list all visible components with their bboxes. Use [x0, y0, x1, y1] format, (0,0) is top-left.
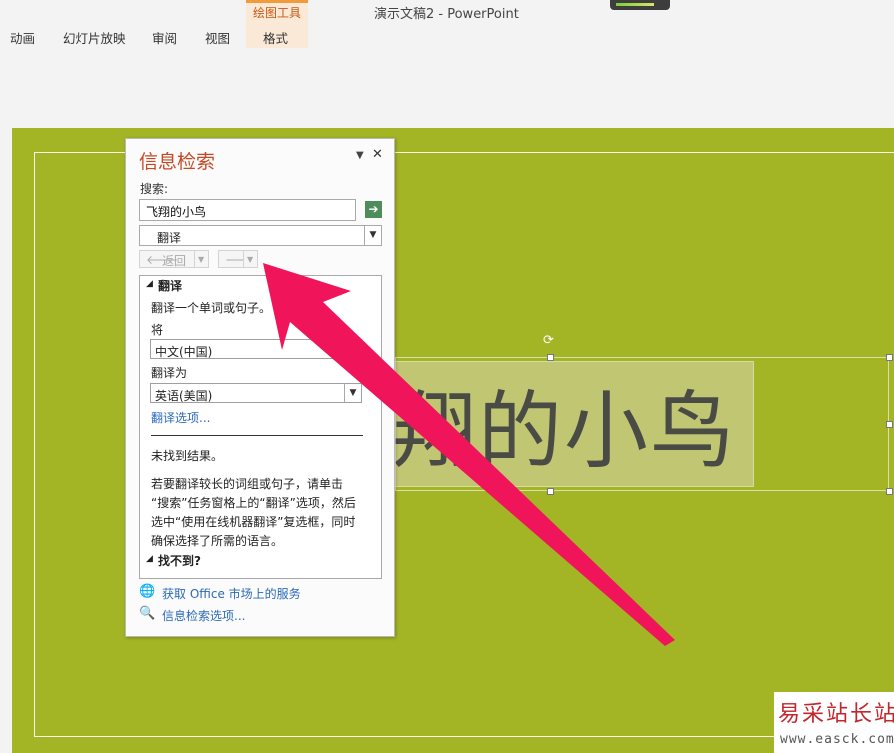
- annotation-arrow: [263, 263, 675, 646]
- watermark-title: 易采站长站: [778, 702, 894, 727]
- watermark: 易采站长站 www.easck.com: [774, 692, 894, 753]
- watermark-url: www.easck.com: [780, 732, 894, 747]
- annotation-arrow-shape: [263, 263, 675, 646]
